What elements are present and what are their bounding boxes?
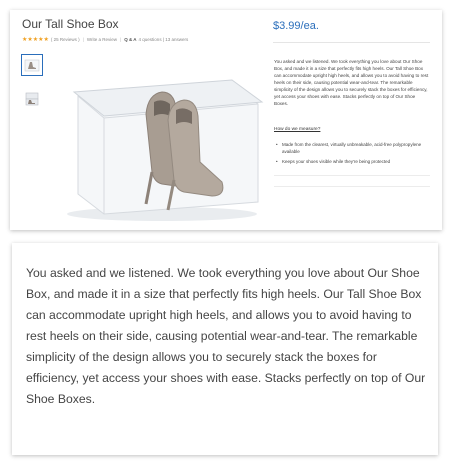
product-card: Our Tall Shoe Box ★★★★★ ( 25 Reviews ) |… (10, 10, 442, 230)
feature-item: Made from the clearest, virtually unbrea… (274, 141, 430, 155)
divider (274, 175, 430, 176)
shoe-box-thumbnail-icon (24, 59, 40, 72)
separator: | (82, 37, 84, 42)
product-price: $3.99/ea. (273, 20, 319, 32)
write-review-link[interactable]: Write a Review (87, 37, 117, 42)
rating-row: ★★★★★ ( 25 Reviews ) | Write a Review | … (22, 36, 188, 43)
qa-label[interactable]: Q & A (124, 37, 136, 42)
stacked-boxes-thumbnail-icon (25, 92, 39, 106)
how-do-we-measure-link[interactable]: How do we measure? (274, 127, 320, 132)
divider (274, 186, 430, 187)
feature-item: Keeps your shoes visible while they're b… (274, 158, 430, 165)
review-count-link[interactable]: ( 25 Reviews ) (51, 37, 80, 42)
separator: | (120, 37, 122, 42)
feature-list: Made from the clearest, virtually unbrea… (274, 141, 430, 168)
divider (273, 42, 430, 43)
product-description-zoomed: You asked and we listened. We took every… (26, 266, 426, 406)
description-zoom-card: You asked and we listened. We took every… (12, 243, 438, 455)
rating-stars: ★★★★★ (22, 37, 49, 43)
product-description: You asked and we listened. We took every… (274, 59, 429, 106)
thumbnail-1[interactable] (21, 54, 43, 76)
product-title: Our Tall Shoe Box (22, 17, 119, 31)
qa-counts[interactable]: 4 questions | 13 answers (139, 37, 189, 42)
product-image (67, 79, 264, 221)
thumbnail-2[interactable] (21, 88, 43, 110)
